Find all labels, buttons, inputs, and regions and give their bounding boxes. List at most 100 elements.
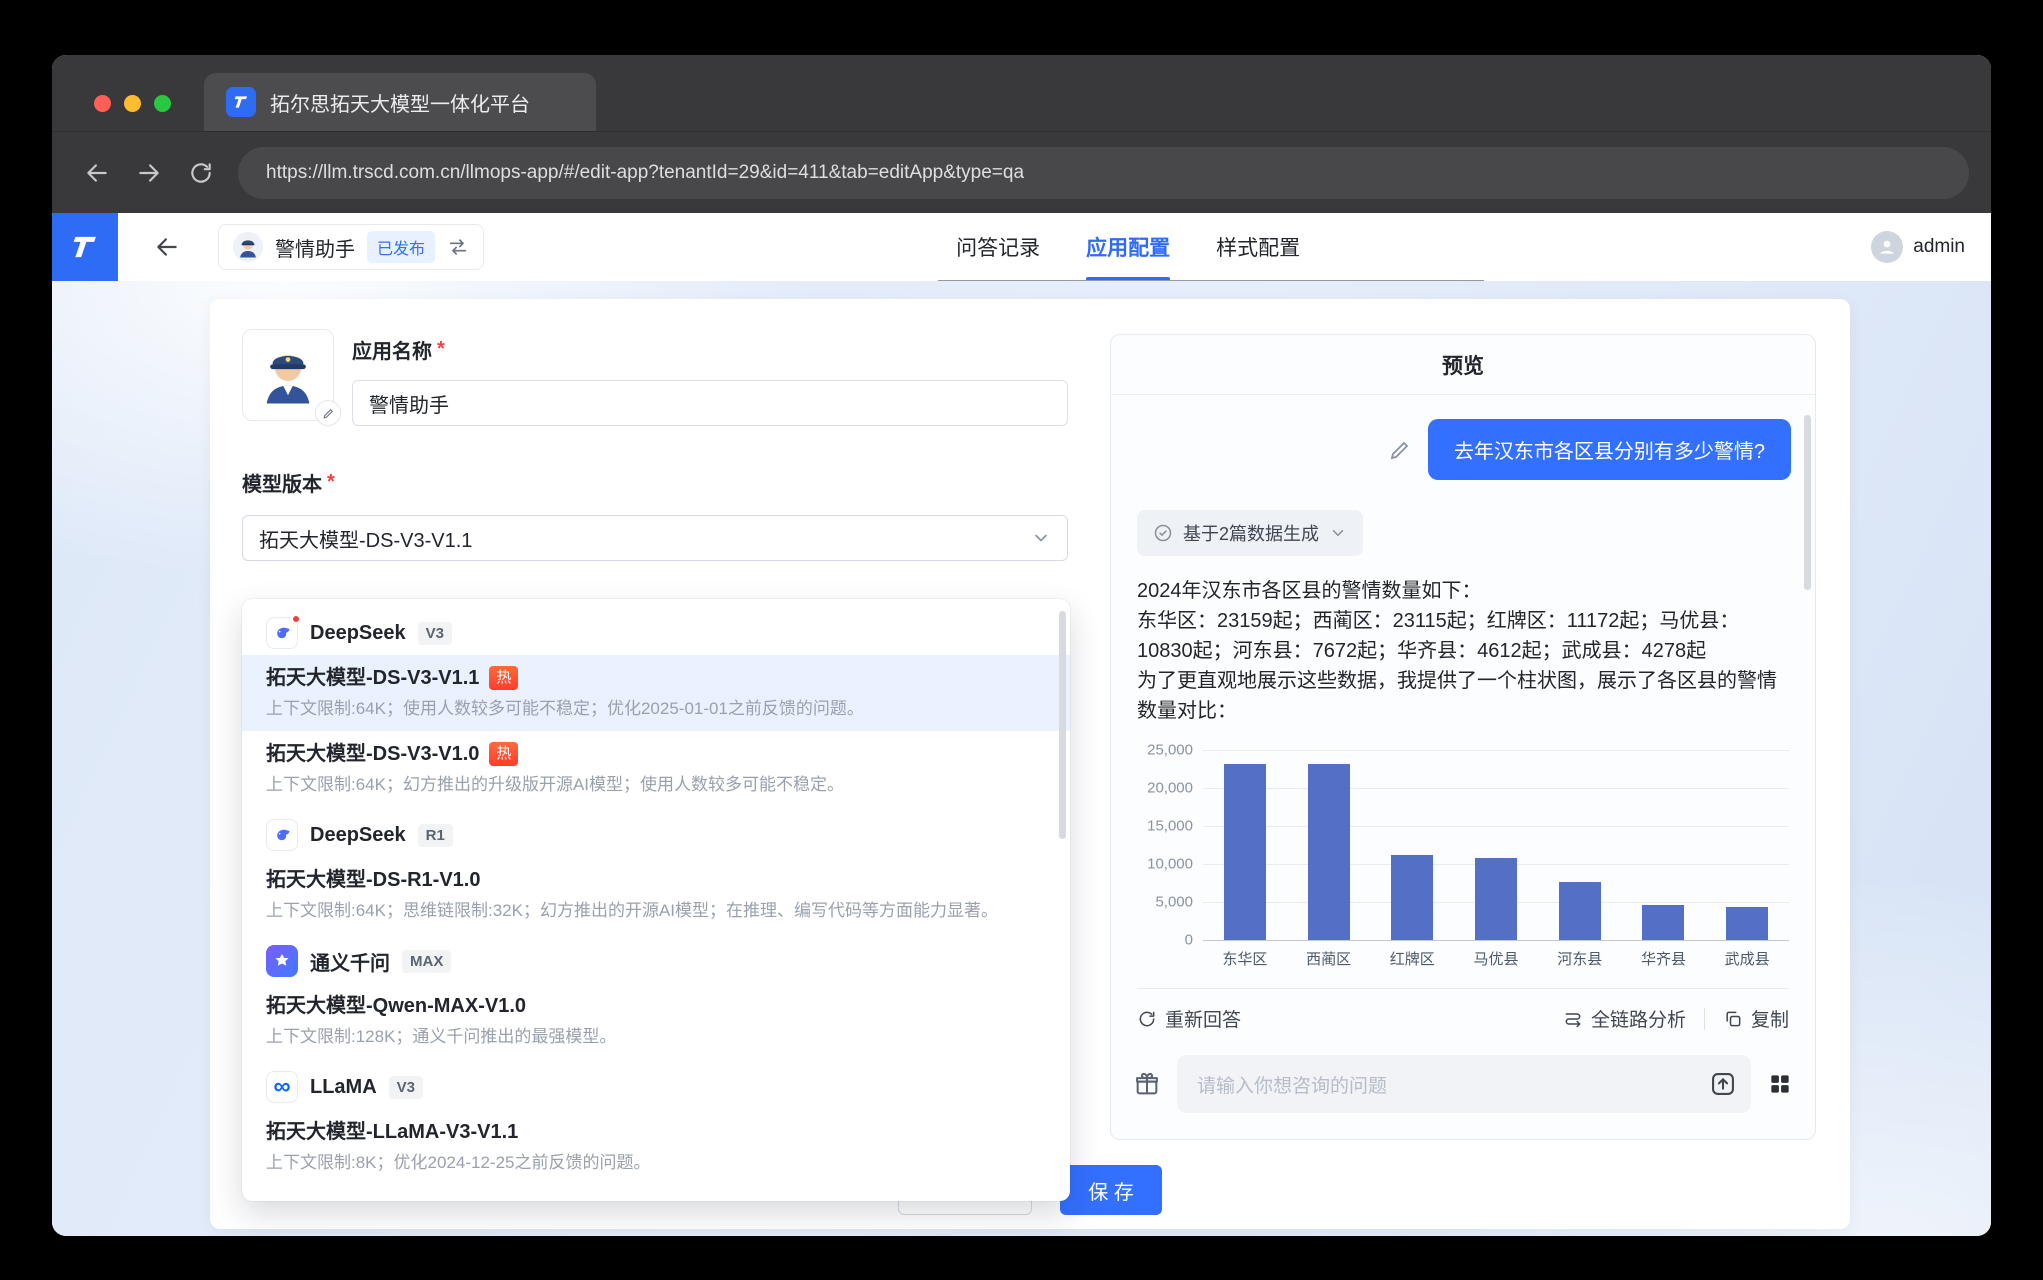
model-option[interactable]: 拓天大模型-DS-R1-V1.0 上下文限制:64K；思维链限制:32K；幻方推出… [242,857,1070,933]
model-group-header: DeepSeekV3 [242,605,1070,655]
chart-gridline [1203,940,1789,941]
chart-x-label: 东华区 [1203,948,1287,969]
copy-button[interactable]: 复制 [1723,1005,1789,1032]
chart-x-label: 武成县 [1705,948,1789,969]
regenerate-button[interactable]: 重新回答 [1137,1005,1241,1032]
source-toggle[interactable]: 基于2篇数据生成 [1137,510,1363,556]
tab-title: 拓尔思拓天大模型一体化平台 [270,88,530,117]
chart-x-label: 西蔺区 [1287,948,1371,969]
model-select-value: 拓天大模型-DS-V3-V1.1 [259,524,472,553]
model-dropdown: DeepSeekV3拓天大模型-DS-V3-V1.1热上下文限制:64K；使用人… [242,599,1070,1201]
edit-avatar-icon[interactable] [315,400,341,426]
minimize-window-button[interactable] [124,95,141,112]
app-name-input[interactable]: 警情助手 [352,380,1068,426]
tab-style-config[interactable]: 样式配置 [1216,213,1300,281]
model-option-desc: 上下文限制:128K；通义千问推出的最强模型。 [266,1025,1046,1049]
chart-x-label: 河东县 [1538,948,1622,969]
edit-app-card: 应用名称* 警情助手 模型版本* 拓天大模型-DS-V3-V1.1 DeepS [210,299,1850,1229]
llama-logo-icon: ∞ [266,1071,298,1103]
chart-x-label: 华齐县 [1622,948,1706,969]
question-input[interactable]: 请输入你想咨询的问题 [1177,1055,1751,1113]
model-group-tag: R1 [418,824,453,847]
back-icon[interactable] [74,150,120,196]
upload-icon[interactable] [1709,1070,1737,1098]
police-avatar-image [250,337,326,413]
assistant-answer: 2024年汉东市各区县的警情数量如下： 东华区：23159起；西蔺区：23115… [1137,576,1789,726]
model-group-name: 通义千问 [310,947,390,976]
model-select[interactable]: 拓天大模型-DS-V3-V1.1 [242,515,1068,561]
chart-y-tick: 15,000 [1147,818,1193,835]
app-header: 警情助手 已发布 问答记录 应用配置 样式配置 admin [52,213,1991,281]
browser-tab[interactable]: 拓尔思拓天大模型一体化平台 [204,73,596,131]
model-option-desc: 上下文限制:8K；优化2024-12-25之前反馈的问题。 [266,1151,1046,1175]
qwen-logo-icon [266,945,298,977]
model-group-name: DeepSeek [310,824,406,847]
model-group-header: ∞LLaMAV3 [242,1059,1070,1109]
answer-line: 东华区：23159起；西蔺区：23115起；红牌区：11172起；马优县：108… [1137,606,1789,666]
infinity-glyph: ∞ [273,1075,290,1099]
chevron-down-icon [1329,524,1347,542]
app-name-input-value: 警情助手 [369,389,449,418]
app-info-pill[interactable]: 警情助手 已发布 [218,224,484,270]
model-version-label: 模型版本* [242,468,1068,497]
model-option-desc: 上下文限制:64K；使用人数较多可能不稳定；优化2025-01-01之前反馈的问… [266,697,1046,721]
chart-x-label: 马优县 [1454,948,1538,969]
copy-icon [1723,1009,1743,1029]
model-option[interactable]: 拓天大模型-LLaMA-V3-V1.1 上下文限制:8K；优化2024-12-25… [242,1109,1070,1185]
source-note: 基于2篇数据生成 [1183,520,1319,546]
app-avatar-upload[interactable] [242,329,334,421]
platform-logo[interactable] [52,213,118,281]
preview-panel: 预览 去年汉东市各区县分别有多少警情? 基于2篇数据生成 2024 [1110,334,1816,1140]
chart-y-tick: 10,000 [1147,856,1193,873]
apps-grid-icon[interactable] [1767,1071,1793,1097]
preview-scrollbar[interactable] [1804,415,1811,590]
answer-line: 2024年汉东市各区县的警情数量如下： [1137,576,1789,606]
model-group-tag: MAX [402,950,451,973]
dropdown-scrollbar[interactable] [1059,611,1066,839]
deepseek-logo-icon [266,617,298,649]
model-option-title: 拓天大模型-DS-R1-V1.0 [266,867,1046,893]
trace-icon [1563,1009,1583,1029]
chart-y-tick: 0 [1185,932,1193,949]
tab-app-config[interactable]: 应用配置 [1086,213,1170,281]
model-group-tag: V3 [389,1076,423,1099]
model-option[interactable]: 拓天大模型-DS-V3-V1.1热上下文限制:64K；使用人数较多可能不稳定；优… [242,655,1070,731]
trace-button[interactable]: 全链路分析 [1563,1005,1686,1032]
chart-x-label: 红牌区 [1370,948,1454,969]
chart-bar [1370,750,1454,940]
edit-question-icon[interactable] [1388,438,1412,462]
user-avatar [1871,231,1903,263]
back-arrow-icon[interactable] [154,234,180,260]
chart-bar [1454,750,1538,940]
address-bar[interactable]: https://llm.trscd.com.cn/llmops-app/#/ed… [238,147,1969,199]
url-text: https://llm.trscd.com.cn/llmops-app/#/ed… [266,162,1024,184]
model-group-tag: V3 [418,622,452,645]
deepseek-logo-icon [266,819,298,851]
browser-window: 拓尔思拓天大模型一体化平台 https://llm.trscd.com.cn/l… [52,55,1991,1236]
model-option-title: 拓天大模型-LLaMA-V3-V1.1 [266,1119,1046,1145]
chat-area: 去年汉东市各区县分别有多少警情? 基于2篇数据生成 2024年汉东市各区县的警情… [1111,395,1815,1041]
close-window-button[interactable] [94,95,111,112]
prompt-gift-icon[interactable] [1133,1070,1161,1098]
save-button[interactable]: 保 存 [1060,1165,1162,1215]
tab-qa-records[interactable]: 问答记录 [956,213,1040,281]
chart-bar [1622,750,1706,940]
zoom-window-button[interactable] [154,95,171,112]
model-option[interactable]: 拓天大模型-Qwen-MAX-V1.0上下文限制:128K；通义千问推出的最强模… [242,983,1070,1059]
model-option-desc: 上下文限制:64K；思维链限制:32K；幻方推出的开源AI模型；在推理、编写代码… [266,899,1046,923]
chat-input-row: 请输入你想咨询的问题 [1111,1041,1815,1139]
site-favicon-icon [226,87,256,117]
forward-icon[interactable] [126,150,172,196]
reload-icon[interactable] [178,150,224,196]
source-check-icon [1153,523,1173,543]
user-menu[interactable]: admin [1871,231,1965,263]
app-name: 警情助手 [275,233,355,262]
chevron-down-icon [1031,528,1051,548]
model-group-header: 通义千问 MAX [242,933,1070,983]
model-option[interactable]: 拓天大模型-DS-V3-V1.0热上下文限制:64K；幻方推出的升级版开源AI模… [242,731,1070,807]
chart-bar [1287,750,1371,940]
nav-tabs: 问答记录 应用配置 样式配置 [956,213,1300,281]
chart-y-tick: 20,000 [1147,780,1193,797]
switch-app-icon[interactable] [447,236,469,258]
input-placeholder: 请输入你想咨询的问题 [1197,1071,1709,1098]
